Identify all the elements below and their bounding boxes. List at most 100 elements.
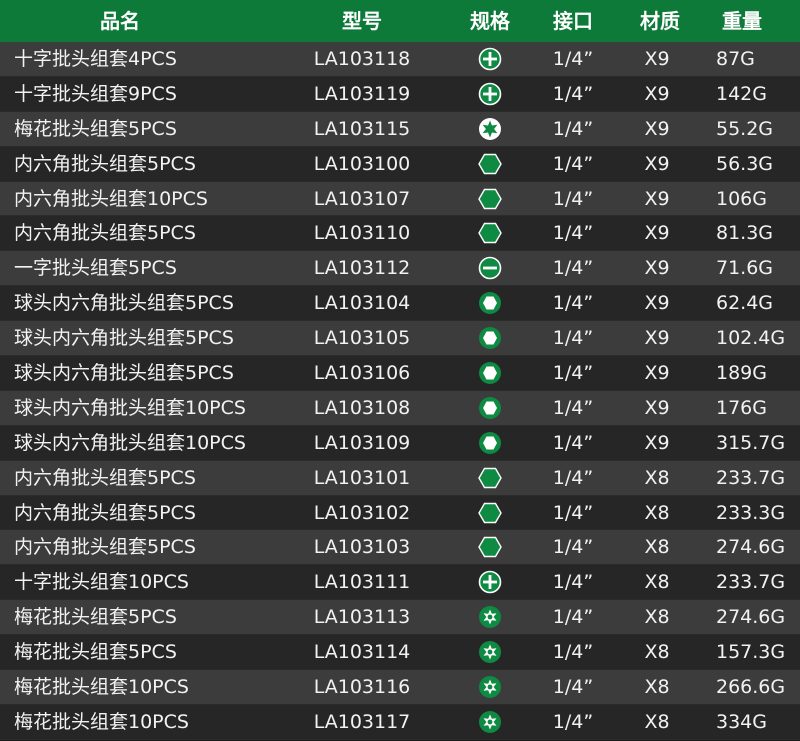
hex-icon: [478, 501, 502, 525]
material: X8: [644, 606, 670, 629]
torx-icon: [478, 117, 502, 141]
product-name: 内六角批头组套5PCS: [14, 466, 196, 489]
model-number: LA103105: [313, 327, 411, 350]
material: X9: [644, 152, 670, 175]
product-name: 球头内六角批头组套5PCS: [14, 292, 234, 315]
table-row: 内六角批头组套5PCS LA103100 1/4” X9 56.3G: [0, 146, 800, 182]
product-name: 内六角批头组套5PCS: [14, 536, 196, 559]
model-number: LA103114: [313, 641, 411, 664]
weight: 233.7G: [716, 466, 786, 489]
ball-hex-icon: [478, 361, 502, 385]
hex-icon: [478, 535, 502, 559]
security-torx-icon: [478, 675, 502, 699]
product-name: 十字批头组套4PCS: [14, 48, 177, 70]
drive-size: 1/4”: [552, 222, 594, 245]
material: X8: [644, 676, 670, 699]
table-row: 梅花批头组套10PCS LA103117 1/4” X8 334G: [0, 704, 800, 740]
weight: 176G: [716, 396, 767, 419]
table-row: 十字批头组套10PCS LA103111 1/4” X8 233.7G: [0, 565, 800, 601]
material: X9: [644, 431, 670, 454]
drive-size: 1/4”: [552, 396, 594, 419]
material: X9: [644, 362, 670, 385]
material: X9: [644, 292, 670, 315]
model-number: LA103101: [313, 466, 411, 489]
product-table: 品名 型号 规格 接口 材质 重量 十字批头组套4PCS LA103118 1/4”…: [0, 0, 800, 740]
drive-size: 1/4”: [552, 48, 594, 70]
product-name: 梅花批头组套5PCS: [14, 117, 177, 140]
slotted-icon: [478, 256, 502, 280]
model-number: LA103119: [313, 82, 411, 105]
drive-size: 1/4”: [552, 641, 594, 664]
material: X8: [644, 641, 670, 664]
table-row: 球头内六角批头组套10PCS LA103108 1/4” X9 176G: [0, 390, 800, 426]
table-row: 内六角批头组套5PCS LA103102 1/4” X8 233.3G: [0, 495, 800, 531]
table-row: 梅花批头组套5PCS LA103114 1/4” X8 157.3G: [0, 635, 800, 671]
weight: 102.4G: [716, 327, 786, 350]
product-name: 内六角批头组套10PCS: [14, 187, 208, 210]
material: X9: [644, 327, 670, 350]
header-material: 材质: [640, 9, 680, 33]
phillips-icon: [478, 82, 502, 106]
drive-size: 1/4”: [552, 676, 594, 699]
material: X9: [644, 48, 670, 70]
drive-size: 1/4”: [552, 327, 594, 350]
hex-icon: [478, 187, 502, 211]
model-number: LA103103: [313, 536, 411, 559]
material: X9: [644, 82, 670, 105]
table-row: 内六角批头组套5PCS LA103103 1/4” X8 274.6G: [0, 530, 800, 566]
weight: 71.6G: [716, 257, 774, 280]
header-weight: 重量: [722, 9, 762, 33]
material: X8: [644, 501, 670, 524]
model-number: LA103104: [313, 292, 411, 315]
product-name: 梅花批头组套10PCS: [14, 676, 189, 699]
table-row: 内六角批头组套5PCS LA103110 1/4” X9 81.3G: [0, 216, 800, 252]
model-number: LA103109: [313, 431, 411, 454]
material: X9: [644, 257, 670, 280]
header-name: 品名: [100, 9, 140, 33]
weight: 233.7G: [716, 571, 786, 594]
table-row: 内六角批头组套10PCS LA103107 1/4” X9 106G: [0, 181, 800, 217]
product-name: 球头内六角批头组套5PCS: [14, 362, 234, 385]
model-number: LA103108: [313, 396, 411, 419]
model-number: LA103112: [313, 257, 411, 280]
drive-size: 1/4”: [552, 117, 594, 140]
product-name: 内六角批头组套5PCS: [14, 222, 196, 245]
drive-size: 1/4”: [552, 501, 594, 524]
model-number: LA103102: [313, 501, 411, 524]
drive-size: 1/4”: [552, 606, 594, 629]
material: X9: [644, 117, 670, 140]
ball-hex-icon: [478, 291, 502, 315]
product-name: 内六角批头组套5PCS: [14, 501, 196, 524]
product-name: 梅花批头组套10PCS: [14, 710, 189, 733]
header-drive: 接口: [553, 9, 593, 33]
product-name: 十字批头组套10PCS: [14, 571, 189, 594]
model-number: LA103100: [313, 152, 411, 175]
product-name: 球头内六角批头组套10PCS: [14, 396, 246, 419]
drive-size: 1/4”: [552, 571, 594, 594]
product-name: 一字批头组套5PCS: [14, 257, 177, 280]
table-row: 内六角批头组套5PCS LA103101 1/4” X8 233.7G: [0, 460, 800, 496]
hex-icon: [478, 152, 502, 176]
material: X9: [644, 187, 670, 210]
drive-size: 1/4”: [552, 292, 594, 315]
model-number: LA103116: [313, 676, 411, 699]
material: X8: [644, 536, 670, 559]
drive-size: 1/4”: [552, 431, 594, 454]
table-row: 十字批头组套9PCS LA103119 1/4” X9 142G: [0, 76, 800, 112]
table-row: 十字批头组套4PCS LA103118 1/4” X9 87G: [0, 42, 800, 77]
drive-size: 1/4”: [552, 536, 594, 559]
material: X8: [644, 466, 670, 489]
model-number: LA103110: [313, 222, 411, 245]
table-row: 梅花批头组套5PCS LA103115 1/4” X9 55.2G: [0, 111, 800, 147]
security-torx-icon: [478, 710, 502, 734]
header-spec: 规格: [470, 9, 510, 33]
hex-icon: [478, 466, 502, 490]
model-number: LA103117: [313, 710, 411, 733]
weight: 81.3G: [716, 222, 774, 245]
security-torx-icon: [478, 605, 502, 629]
table-row: 梅花批头组套10PCS LA103116 1/4” X8 266.6G: [0, 670, 800, 705]
drive-size: 1/4”: [552, 152, 594, 175]
model-number: LA103115: [313, 117, 411, 140]
model-number: LA103113: [313, 606, 411, 629]
model-number: LA103107: [313, 187, 411, 210]
